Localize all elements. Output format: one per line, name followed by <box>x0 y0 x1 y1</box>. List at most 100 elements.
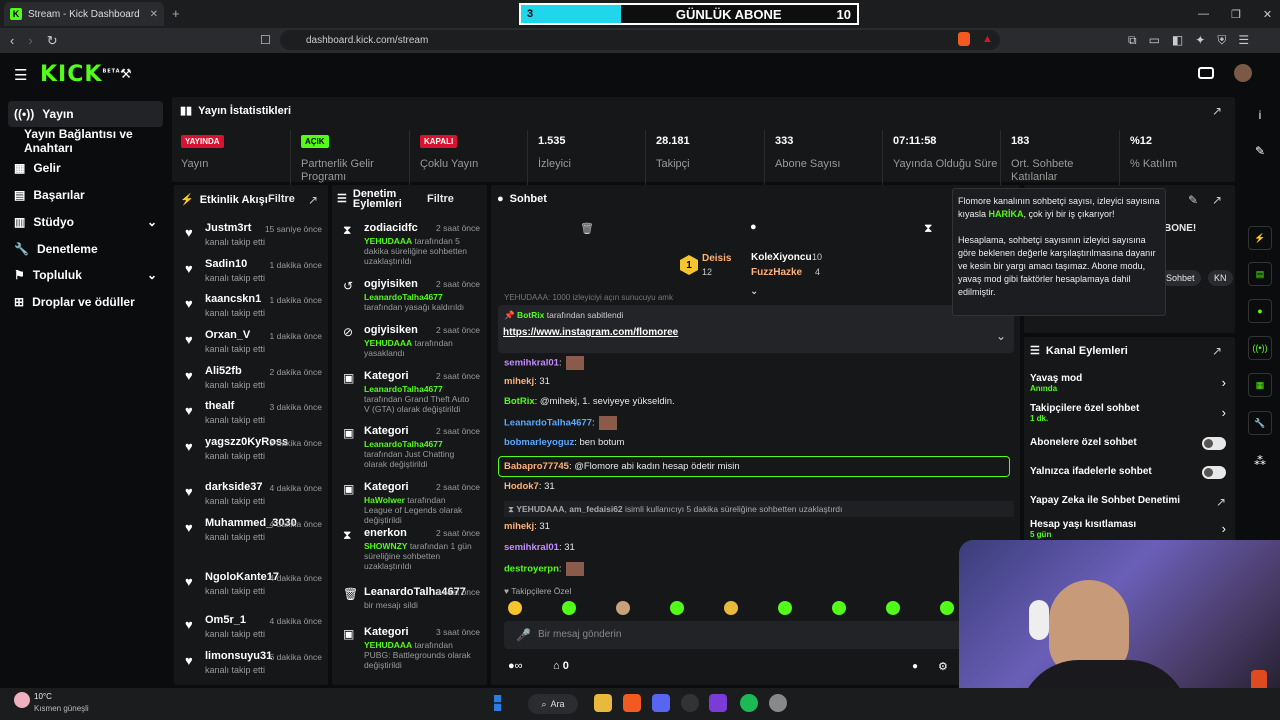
sidebar-item-basarilar[interactable]: ▤ Başarılar <box>8 182 163 208</box>
reload-icon[interactable]: ↻ <box>47 33 58 49</box>
moderation-target[interactable]: Kategori <box>364 425 409 437</box>
preview-icon[interactable] <box>1198 67 1214 79</box>
wrench-icon[interactable]: 🔧 <box>1248 411 1272 435</box>
chat-message[interactable]: semihkral01: <box>504 356 585 370</box>
emote-icon[interactable] <box>562 601 576 615</box>
browser-tab[interactable]: K Stream - Kick Dashboard ✕ <box>4 2 164 26</box>
moderation-actor[interactable]: YEHUDAAA <box>364 640 412 650</box>
chat-username[interactable]: semihkral01 <box>504 542 559 553</box>
chat-username[interactable]: bobmarleyoguz <box>504 437 574 448</box>
wallet-icon[interactable]: ▭ <box>1149 33 1160 48</box>
add-widget-icon[interactable]: ⁂ <box>1248 449 1272 473</box>
chat-message[interactable]: destroyerpn: <box>504 562 585 576</box>
moderation-target[interactable]: enerkon <box>364 527 407 539</box>
file-explorer-icon[interactable] <box>594 694 612 712</box>
info-icon[interactable]: i <box>1248 103 1272 127</box>
sidebar-item-stream-key[interactable]: Yayın Bağlantısı ve Anahtarı <box>8 127 163 155</box>
emote-icon[interactable] <box>670 601 684 615</box>
leo-icon[interactable]: ✦ <box>1195 33 1205 48</box>
forward-icon[interactable]: › <box>28 33 32 49</box>
popout-icon[interactable]: ↗ <box>308 193 318 207</box>
pinned-message[interactable]: 📌 BotRix tarafından sabitlendi https://w… <box>498 305 1014 353</box>
settings-gear-icon[interactable]: ⚙ <box>938 660 948 673</box>
moderation-actor[interactable]: YEHUDAAA <box>364 338 412 348</box>
discord-icon[interactable] <box>652 694 670 712</box>
moderation-actor[interactable]: YEHUDAAA <box>364 236 412 246</box>
tab-close-icon[interactable]: ✕ <box>150 9 158 20</box>
trash-icon[interactable]: 🗑 <box>580 222 594 235</box>
moderation-actor[interactable]: SHOWNZY <box>364 541 407 551</box>
emote-icon[interactable] <box>724 601 738 615</box>
mod-panel-icon[interactable]: ▦ <box>1248 373 1272 397</box>
avatar[interactable] <box>1234 64 1252 82</box>
chat-message[interactable]: Hodok7: 31 <box>504 481 555 492</box>
tools-icon[interactable]: ⚒ <box>120 66 132 82</box>
chat-icon[interactable]: ● <box>1248 299 1272 323</box>
vpn-icon[interactable]: ⛨ <box>1217 33 1226 48</box>
chat-username[interactable]: LeanardoTalha4677 <box>504 418 592 429</box>
chat-username[interactable]: mihekj <box>504 521 534 532</box>
chevron-down-icon[interactable]: ⌄ <box>996 329 1006 343</box>
window-close-button[interactable]: ✕ <box>1263 8 1272 21</box>
channel-action-item[interactable]: Abonelere özel sohbet <box>1030 437 1230 463</box>
event-username[interactable]: darkside37 <box>205 481 262 493</box>
hamburger-menu-icon[interactable]: ☰ <box>14 66 27 84</box>
emote-icon[interactable] <box>616 601 630 615</box>
chat-username[interactable]: destroyerpn <box>504 564 559 575</box>
taskbar-search[interactable]: ⌕ Ara <box>528 694 578 714</box>
timeout-hourglass-icon[interactable]: ⧗ <box>924 221 932 236</box>
chat-message[interactable]: Babapro77745: @Flomore abi kadın hesap ö… <box>498 456 1010 477</box>
sidebar-item-topluluk[interactable]: ⚑ Topluluk ⌄ <box>8 262 163 288</box>
points-icon[interactable]: ●∞ <box>508 660 523 672</box>
toggle-switch[interactable] <box>1202 466 1226 479</box>
chat-message[interactable]: BotRix: @mihekj, 1. seviyeye yükseldin. <box>504 396 675 407</box>
chip-kn[interactable]: KN <box>1208 270 1233 286</box>
expand-chevron-icon[interactable]: ⌄ <box>750 286 758 297</box>
event-username[interactable]: thealf <box>205 400 234 412</box>
emote-icon[interactable] <box>832 601 846 615</box>
extensions-icon[interactable]: ⧉ <box>1128 33 1137 48</box>
bookmark-icon[interactable]: ☐ <box>260 33 271 47</box>
chat-message[interactable]: bobmarleyoguz: ben botum <box>504 437 624 448</box>
menu-icon[interactable]: ☰ <box>1238 33 1249 48</box>
chat-username[interactable]: mihekj <box>504 376 534 387</box>
chat-options-icon[interactable]: ● <box>912 661 918 672</box>
activity-filter-button[interactable]: Filtre <box>268 193 295 205</box>
window-minimize-button[interactable]: — <box>1198 8 1209 21</box>
edit-pencil-icon[interactable]: ✎ <box>1188 193 1198 207</box>
moderation-target[interactable]: zodiacidfc <box>364 222 418 234</box>
moderation-actor[interactable]: LeanardoTalha4677 <box>364 292 443 302</box>
chip-sohbet[interactable]: Sohbet <box>1160 270 1201 286</box>
channel-action-item[interactable]: Yapay Zeka ile Sohbet Denetimi ↗ <box>1030 495 1230 521</box>
event-username[interactable]: Justm3rt <box>205 222 251 234</box>
event-username[interactable]: Orxan_V <box>205 329 250 341</box>
popout-icon[interactable]: ↗ <box>1212 104 1222 118</box>
github-icon[interactable] <box>681 694 699 712</box>
event-username[interactable]: Ali52fb <box>205 365 242 377</box>
emote-icon[interactable] <box>940 601 954 615</box>
chat-username[interactable]: Babapro77745 <box>504 461 569 472</box>
chat-message[interactable]: mihekj: 31 <box>504 376 550 387</box>
lightning-icon[interactable]: ⚡ <box>1248 226 1272 250</box>
emote-icon[interactable] <box>508 601 522 615</box>
moderation-target[interactable]: Kategori <box>364 370 409 382</box>
pencil-icon[interactable]: ✎ <box>1248 139 1272 163</box>
spotify-icon[interactable] <box>740 694 758 712</box>
stat-chatters[interactable]: 183 Ort. Sohbete Katılanlar <box>1000 130 1118 186</box>
chat-username[interactable]: semihkral01 <box>504 358 559 369</box>
chat-message[interactable]: LeanardoTalha4677: <box>504 416 618 430</box>
chat-mode-icon[interactable]: ● <box>750 221 757 233</box>
chat-input[interactable]: 🎤 Bir mesaj gönderin <box>504 621 1014 649</box>
moderation-actor[interactable]: LeanardoTalha4677 <box>364 439 443 449</box>
sidebar-item-droplar[interactable]: ⊞ Droplar ve ödüller <box>8 289 163 315</box>
back-icon[interactable]: ‹ <box>10 33 14 49</box>
event-username[interactable]: Sadin10 <box>205 258 247 270</box>
rewards-icon[interactable]: ▲ <box>982 33 993 45</box>
brave-shield-icon[interactable] <box>958 32 970 46</box>
settings-app-icon[interactable] <box>769 694 787 712</box>
moderation-target[interactable]: Kategori <box>364 481 409 493</box>
event-username[interactable]: Om5r_1 <box>205 614 246 626</box>
channel-action-item[interactable]: Yalnızca ifadelerle sohbet <box>1030 466 1230 492</box>
moderation-actor[interactable]: HaWolwer <box>364 495 405 505</box>
obs-icon[interactable] <box>709 694 727 712</box>
